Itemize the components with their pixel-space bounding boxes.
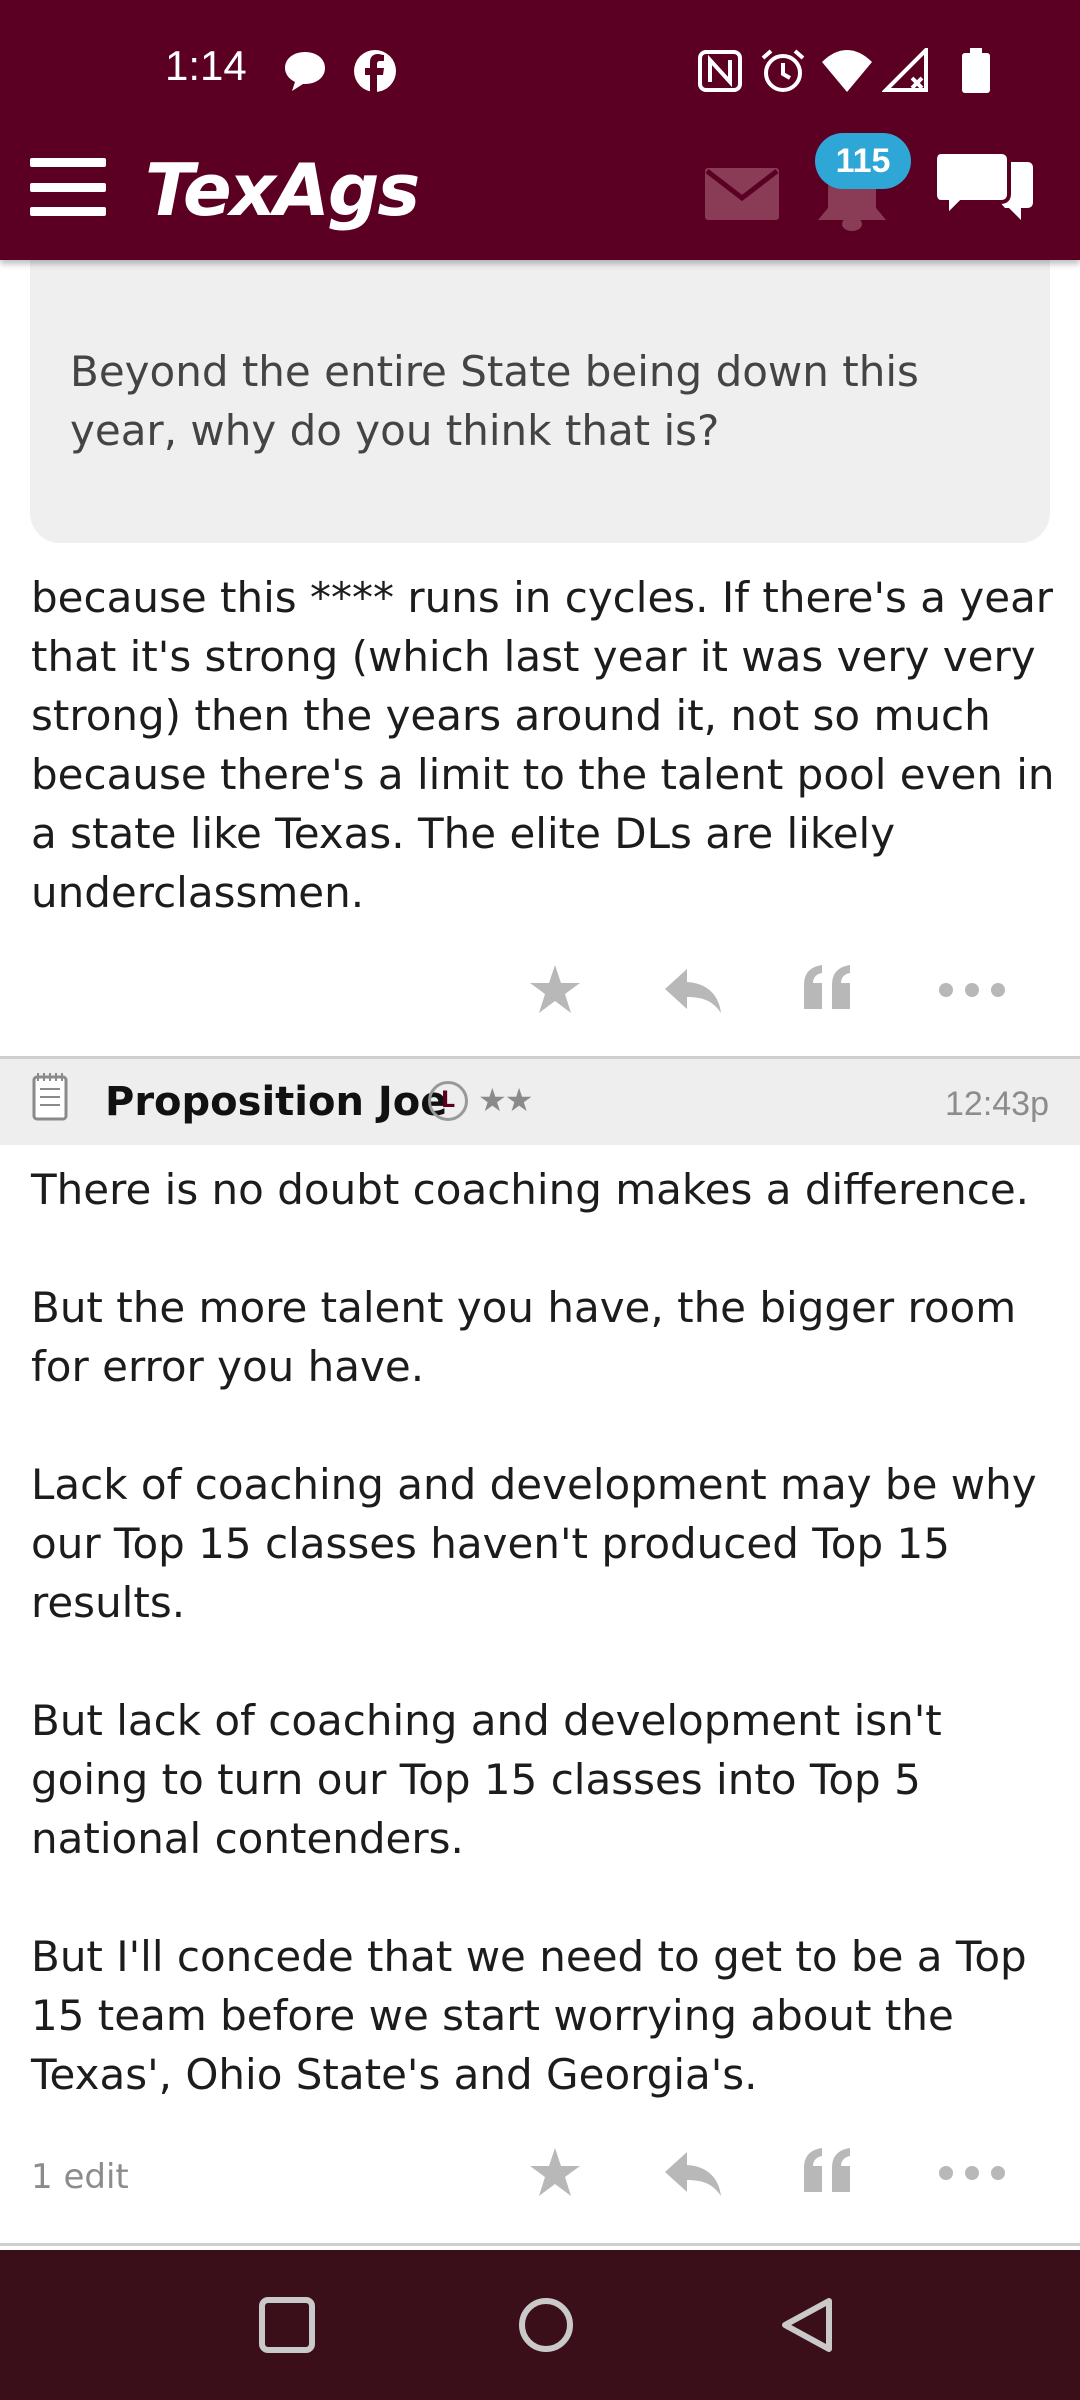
- mail-icon[interactable]: [705, 168, 779, 220]
- more-icon[interactable]: [932, 2138, 1012, 2208]
- recents-button[interactable]: [257, 2295, 317, 2355]
- post-header: Proposition Joe L ★★ 12:43p: [0, 1059, 1080, 1145]
- battery-icon: [962, 48, 990, 93]
- star-icon[interactable]: [520, 955, 590, 1025]
- menu-icon-line: [30, 207, 106, 216]
- quoted-post-text: Beyond the entire State being down this …: [70, 347, 919, 455]
- post-body: because this **** runs in cycles. If the…: [31, 573, 1055, 917]
- wifi-icon: [822, 50, 872, 92]
- lifetime-member-badge: L: [428, 1081, 468, 1121]
- rating-stars: ★★: [478, 1081, 533, 1119]
- more-icon[interactable]: [932, 955, 1012, 1025]
- chat-bubble-icon: [285, 52, 325, 91]
- menu-icon-line: [30, 183, 106, 192]
- menu-button[interactable]: [30, 158, 106, 216]
- quoted-post: Beyond the entire State being down this …: [30, 260, 1050, 543]
- notification-badge[interactable]: 115: [815, 133, 911, 189]
- status-time: 1:14: [165, 42, 247, 89]
- reply-icon[interactable]: [657, 955, 727, 1025]
- post-actions: [520, 2138, 1080, 2228]
- system-nav-bar: [0, 2250, 1080, 2400]
- star-icon[interactable]: [520, 2138, 590, 2208]
- cell-signal-icon: [882, 48, 928, 92]
- app-header: 1:14 TexAgs 115: [0, 0, 1080, 260]
- home-button[interactable]: [516, 2295, 576, 2355]
- edit-count[interactable]: 1 edit: [31, 2157, 129, 2197]
- post-timestamp: 12:43p: [945, 1085, 1049, 1123]
- quote-icon[interactable]: [794, 2138, 864, 2208]
- forum-chat-icon[interactable]: [935, 150, 1035, 230]
- quote-icon[interactable]: [794, 955, 864, 1025]
- back-button[interactable]: [777, 2295, 837, 2355]
- post-document-icon: [32, 1073, 68, 1121]
- post-body: There is no doubt coaching makes a diffe…: [31, 1165, 1037, 2099]
- texags-logo[interactable]: TexAgs: [145, 148, 420, 232]
- post-actions: [520, 955, 1080, 1045]
- thread-content: Beyond the entire State being down this …: [0, 260, 1080, 2267]
- alarm-icon: [761, 49, 805, 92]
- facebook-icon: [354, 50, 396, 92]
- post-author[interactable]: Proposition Joe: [105, 1079, 447, 1125]
- nfc-icon: [698, 50, 742, 92]
- reply-icon[interactable]: [657, 2138, 727, 2208]
- menu-icon-line: [30, 158, 106, 167]
- post-divider: [0, 2243, 1080, 2246]
